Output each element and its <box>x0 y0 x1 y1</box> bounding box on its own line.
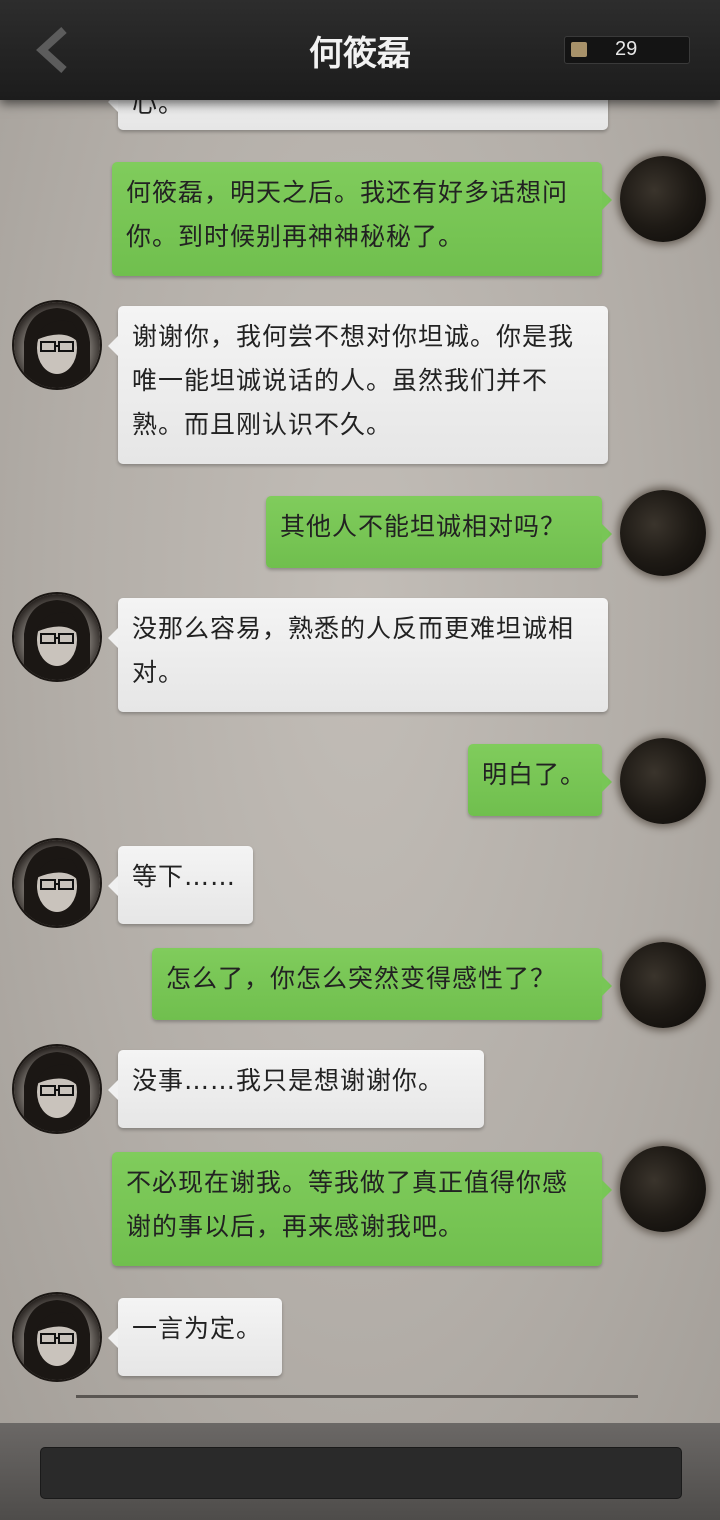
message-text: 何筱磊，明天之后。我还有好多话想问你。到时候别再神神秘秘了。 <box>126 178 569 251</box>
contact-portrait-icon <box>24 1300 90 1380</box>
message-bubble-incoming: 等下…… <box>108 846 253 924</box>
contact-portrait-icon <box>24 308 90 388</box>
contact-portrait-icon <box>24 600 90 680</box>
message-bubble-incoming: 一言为定。 <box>108 1298 282 1376</box>
my-avatar[interactable] <box>620 490 706 576</box>
coin-count: 29 <box>615 38 638 60</box>
message-text: 怎么了，你怎么突然变得感性了？ <box>166 964 557 993</box>
contact-avatar[interactable] <box>14 302 100 388</box>
my-avatar[interactable] <box>620 738 706 824</box>
message-text: 谢谢你，我何尝不想对你坦诚。你是我唯一能坦诚说话的人。虽然我们并不熟。而且刚认识… <box>132 322 575 439</box>
contact-avatar[interactable] <box>14 1046 100 1132</box>
contact-avatar[interactable] <box>14 594 100 680</box>
reply-input[interactable] <box>40 1447 682 1499</box>
chat-divider <box>76 1395 638 1398</box>
message-text: 等下…… <box>132 862 237 891</box>
message-bubble-outgoing: 其他人不能坦诚相对吗？ <box>266 496 612 568</box>
message-text: 其他人不能坦诚相对吗？ <box>280 512 567 541</box>
message-text: 不必现在谢我。等我做了真正值得你感谢的事以后，再来感谢我吧。 <box>126 1168 569 1241</box>
message-bubble-incoming: 没事……我只是想谢谢你。 <box>108 1050 484 1128</box>
message-text: 没那么容易，熟悉的人反而更难坦诚相对。 <box>132 614 575 687</box>
message-bubble-outgoing: 何筱磊，明天之后。我还有好多话想问你。到时候别再神神秘秘了。 <box>112 162 612 276</box>
coin-icon <box>571 42 587 57</box>
contact-avatar[interactable] <box>14 1294 100 1380</box>
top-bar: 何筱磊 29 <box>0 0 720 100</box>
my-avatar[interactable] <box>620 942 706 1028</box>
message-bubble-incoming: 没那么容易，熟悉的人反而更难坦诚相对。 <box>108 598 608 712</box>
message-text: 一言为定。 <box>132 1314 263 1343</box>
message-text: 没事……我只是想谢谢你。 <box>132 1066 445 1095</box>
message-text: 明白了。 <box>482 760 587 789</box>
my-avatar[interactable] <box>620 156 706 242</box>
message-bubble-outgoing: 怎么了，你怎么突然变得感性了？ <box>152 948 612 1020</box>
my-avatar[interactable] <box>620 1146 706 1232</box>
coin-counter: 29 <box>564 36 690 64</box>
message-bubble-outgoing: 明白了。 <box>468 744 612 816</box>
message-bubble-outgoing: 不必现在谢我。等我做了真正值得你感谢的事以后，再来感谢我吧。 <box>112 1152 612 1266</box>
contact-portrait-icon <box>24 846 90 926</box>
contact-portrait-icon <box>24 1052 90 1132</box>
message-bubble-incoming: 谢谢你，我何尝不想对你坦诚。你是我唯一能坦诚说话的人。虽然我们并不熟。而且刚认识… <box>108 306 608 464</box>
contact-avatar[interactable] <box>14 840 100 926</box>
